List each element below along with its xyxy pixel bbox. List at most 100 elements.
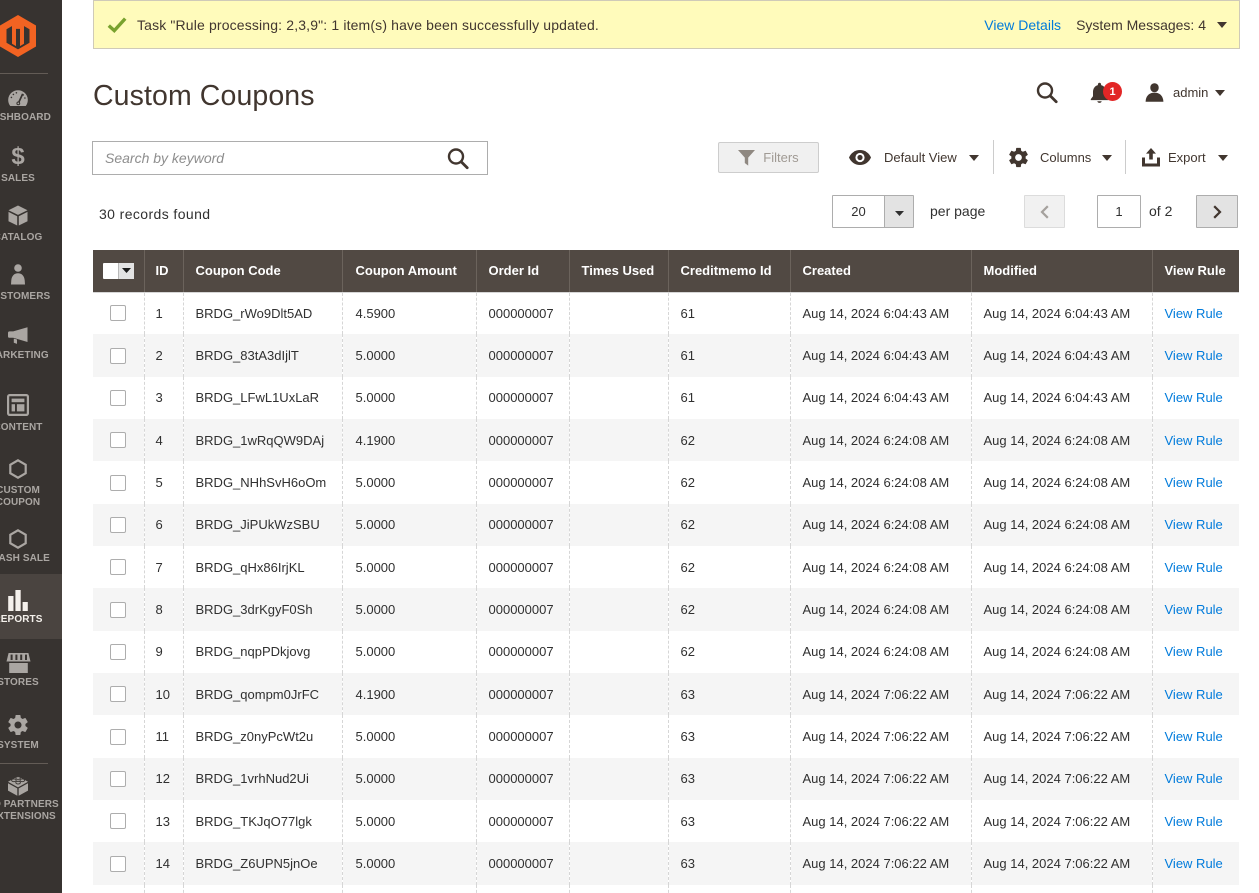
row-checkbox[interactable] — [110, 559, 127, 576]
cell-code: BRDG_1vrhNud2Ui — [182, 757, 342, 801]
column-header-coupon-code[interactable]: Coupon Code — [182, 250, 342, 293]
row-checkbox[interactable] — [110, 305, 127, 322]
column-header-view-rule[interactable]: View Rule — [1151, 250, 1239, 293]
cell-view-rule: View Rule — [1151, 461, 1239, 504]
system-message-text: Task "Rule processing: 2,3,9": 1 item(s)… — [137, 16, 599, 33]
view-rule-link[interactable]: View Rule — [1165, 729, 1223, 744]
view-rule-link[interactable]: View Rule — [1165, 306, 1223, 321]
select-all-checkbox[interactable] — [102, 262, 134, 279]
sidebar-item-find-partners-extensions[interactable]: FIND PARTNERS& EXTENSIONS — [0, 773, 62, 824]
data-grid: ID Coupon Code Coupon Amount Order Id Times … — [93, 250, 1239, 893]
cell-id: 5 — [143, 461, 183, 504]
sidebar-item-label: CATALOG — [0, 232, 43, 243]
view-rule-link[interactable]: View Rule — [1165, 390, 1223, 405]
filters-button[interactable]: Filters — [718, 142, 819, 173]
cell-times-used — [568, 630, 668, 674]
sidebar-item-content[interactable]: CONTENT — [0, 394, 62, 434]
row-checkbox[interactable] — [110, 770, 127, 787]
row-checkbox[interactable] — [110, 855, 127, 872]
view-rule-link[interactable]: View Rule — [1165, 856, 1223, 871]
sidebar-item-marketing[interactable]: MARKETING — [0, 327, 62, 362]
per-page-select[interactable]: 20 — [832, 195, 914, 228]
view-rule-link[interactable]: View Rule — [1165, 475, 1223, 490]
magento-logo[interactable] — [0, 15, 62, 57]
cell-id: 7 — [143, 546, 183, 589]
cell-id: 9 — [143, 630, 183, 674]
cell-code: BRDG_3drKgyF0Sh — [182, 588, 342, 631]
cell-code: BRDG_qHx86IrjKL — [182, 546, 342, 589]
partners-icon — [0, 773, 62, 796]
cell-creditmemo: 63 — [667, 673, 790, 716]
view-rule-link[interactable]: View Rule — [1165, 560, 1223, 575]
sidebar-item-label: DASHBOARD — [0, 112, 51, 123]
cell-amount: 4.5900 — [341, 292, 476, 335]
cell-creditmemo: 61 — [667, 376, 790, 420]
view-rule-link[interactable]: View Rule — [1165, 517, 1223, 532]
cell-amount: 5.0000 — [341, 461, 476, 504]
sidebar-item-label: CUSTOM COUPON — [0, 484, 41, 508]
cell-times-used — [568, 292, 668, 335]
total-pages-label: of 2 — [1149, 203, 1173, 219]
sidebar-item-catalog[interactable]: CATALOG — [0, 205, 62, 244]
view-rule-link[interactable]: View Rule — [1165, 433, 1223, 448]
sidebar-item-dashboard[interactable]: DASHBOARD — [0, 90, 62, 124]
table-row: 10 BRDG_qompm0JrFC 4.1900 000000007 63 Aug 14… — [93, 673, 1239, 716]
cell-amount: 5.0000 — [341, 800, 476, 843]
column-header-times-used[interactable]: Times Used — [568, 250, 668, 293]
row-select-cell — [93, 504, 144, 546]
row-checkbox[interactable] — [110, 389, 127, 406]
sidebar-item-sales[interactable]: $ SALES — [0, 145, 62, 185]
system-messages-label: System Messages: 4 — [1076, 16, 1206, 33]
cell-created: Aug 14, 2024 7:06:22 AM — [789, 800, 971, 843]
view-rule-link[interactable]: View Rule — [1165, 687, 1223, 702]
cell-order: 000000007 — [475, 292, 569, 335]
cell-times-used — [568, 715, 668, 758]
row-checkbox[interactable] — [110, 813, 127, 830]
system-messages-toggle[interactable]: System Messages: 4 — [1076, 17, 1227, 33]
view-rule-link[interactable]: View Rule — [1165, 348, 1223, 363]
next-page-button[interactable] — [1196, 195, 1238, 228]
row-checkbox[interactable] — [110, 516, 127, 533]
cell-order: 000000007 — [475, 630, 569, 674]
sidebar-item-system[interactable]: SYSTEM — [0, 713, 62, 752]
sidebar-divider-top — [0, 73, 48, 74]
select-all-caret[interactable] — [117, 262, 134, 279]
admin-user-menu[interactable]: admin — [1144, 82, 1226, 103]
sidebar-item-custom-coupon[interactable]: CUSTOM COUPON — [0, 459, 62, 509]
notifications-button[interactable]: 1 — [1089, 82, 1123, 105]
column-header-created[interactable]: Created — [789, 250, 971, 293]
gear-icon — [1007, 146, 1030, 169]
export-control[interactable]: Export — [1142, 142, 1228, 173]
view-rule-link[interactable]: View Rule — [1165, 814, 1223, 829]
columns-control[interactable]: Columns — [1007, 142, 1113, 173]
column-header-creditmemo-id[interactable]: Creditmemo Id — [667, 250, 790, 293]
search-input[interactable] — [93, 142, 487, 174]
row-checkbox[interactable] — [110, 474, 127, 491]
cell-view-rule: View Rule — [1151, 757, 1239, 801]
column-header-coupon-amount[interactable]: Coupon Amount — [341, 250, 476, 293]
column-header-order-id[interactable]: Order Id — [475, 250, 569, 293]
sidebar-item-reports[interactable]: REPORTS — [0, 574, 62, 639]
row-checkbox[interactable] — [110, 686, 127, 703]
view-rule-link[interactable]: View Rule — [1165, 644, 1223, 659]
search-submit-icon[interactable] — [446, 147, 470, 174]
view-rule-link[interactable]: View Rule — [1165, 602, 1223, 617]
sidebar-item-customers[interactable]: CUSTOMERS — [0, 264, 62, 303]
view-rule-link[interactable]: View Rule — [1165, 771, 1223, 786]
row-checkbox[interactable] — [110, 601, 127, 618]
previous-page-button[interactable] — [1024, 195, 1065, 228]
default-view-control[interactable]: Default View — [849, 142, 979, 173]
sidebar-item-stores[interactable]: STORES — [0, 653, 62, 689]
current-page-input[interactable] — [1097, 195, 1141, 228]
column-header-modified[interactable]: Modified — [970, 250, 1152, 293]
row-checkbox[interactable] — [110, 643, 127, 660]
sidebar-item-flash-sale[interactable]: FLASH SALE — [0, 529, 62, 565]
cell-created: Aug 14, 2024 7:06:22 AM — [789, 757, 971, 801]
row-checkbox[interactable] — [110, 347, 127, 364]
global-search-button[interactable] — [1035, 81, 1059, 105]
row-checkbox[interactable] — [110, 432, 127, 449]
view-details-link[interactable]: View Details — [984, 17, 1061, 33]
row-select-cell — [93, 546, 144, 588]
column-header-id[interactable]: ID — [143, 250, 183, 293]
row-checkbox[interactable] — [110, 728, 127, 745]
